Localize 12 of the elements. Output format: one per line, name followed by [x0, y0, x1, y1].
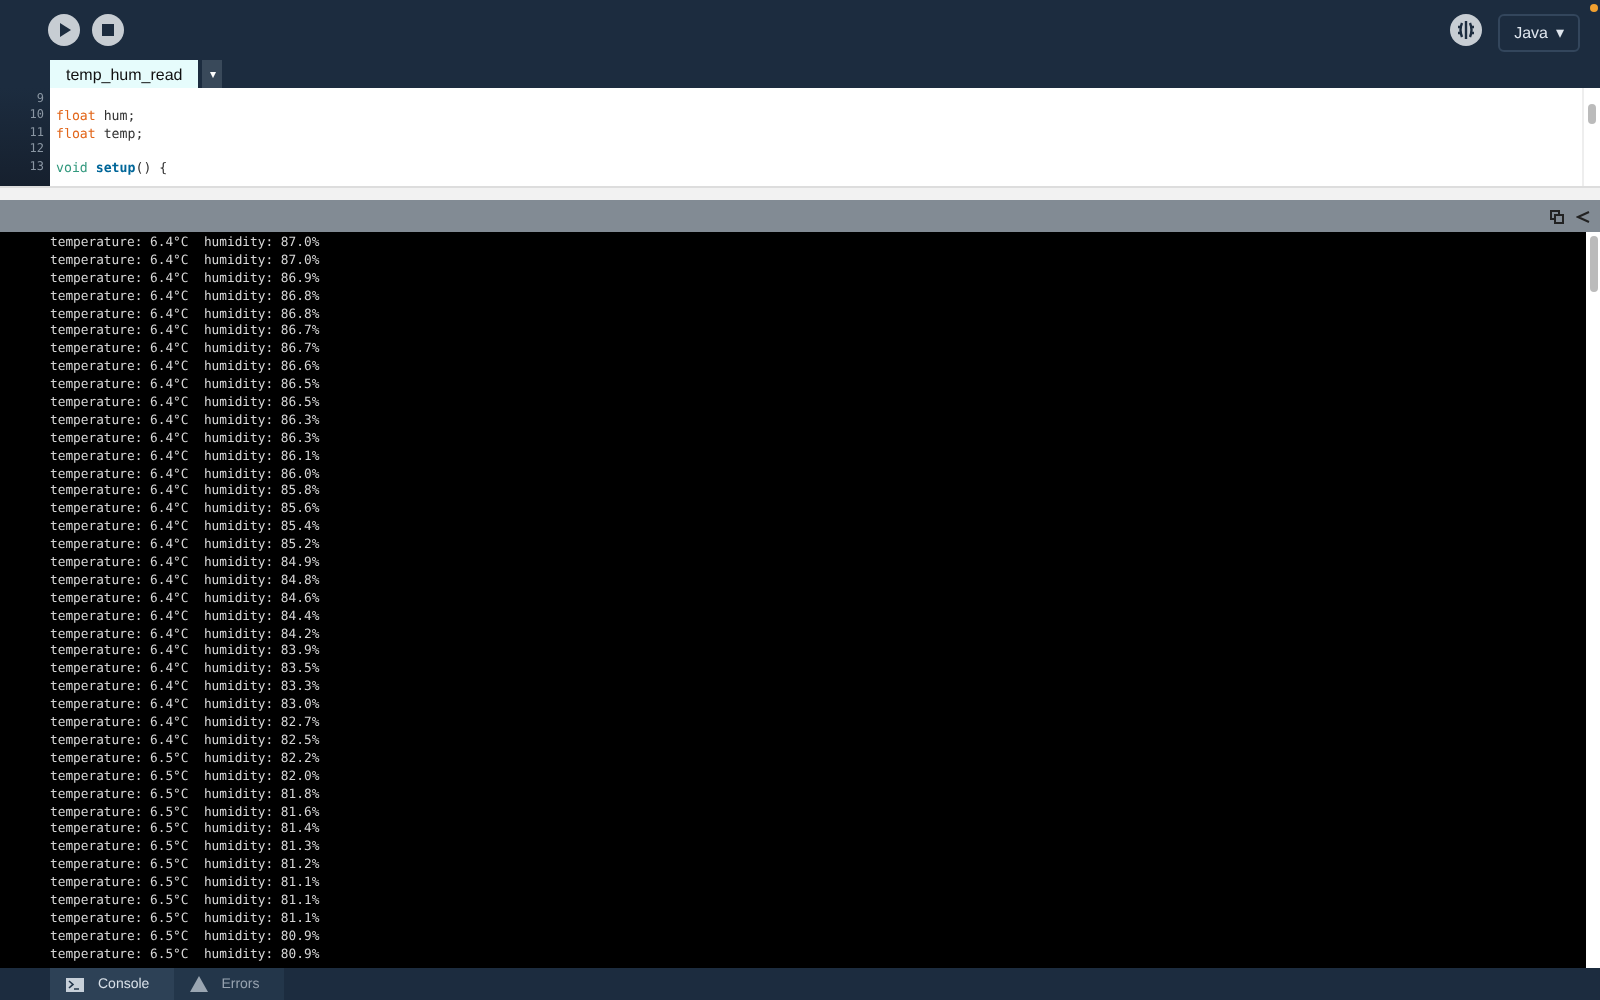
terminal-icon	[66, 977, 84, 991]
warning-icon	[189, 976, 208, 992]
stop-button[interactable]	[92, 14, 124, 52]
notification-dot	[1590, 4, 1598, 12]
sketch-tab[interactable]: temp_hum_read	[50, 60, 199, 88]
run-button[interactable]	[48, 14, 80, 52]
mode-dropdown[interactable]: Java ▾	[1498, 14, 1580, 52]
scrollbar-thumb[interactable]	[1588, 104, 1596, 124]
debugger-button[interactable]	[1450, 14, 1483, 52]
scrollbar-thumb[interactable]	[1589, 236, 1597, 292]
copy-icon[interactable]	[1550, 209, 1564, 223]
collapse-icon[interactable]	[1576, 209, 1590, 223]
